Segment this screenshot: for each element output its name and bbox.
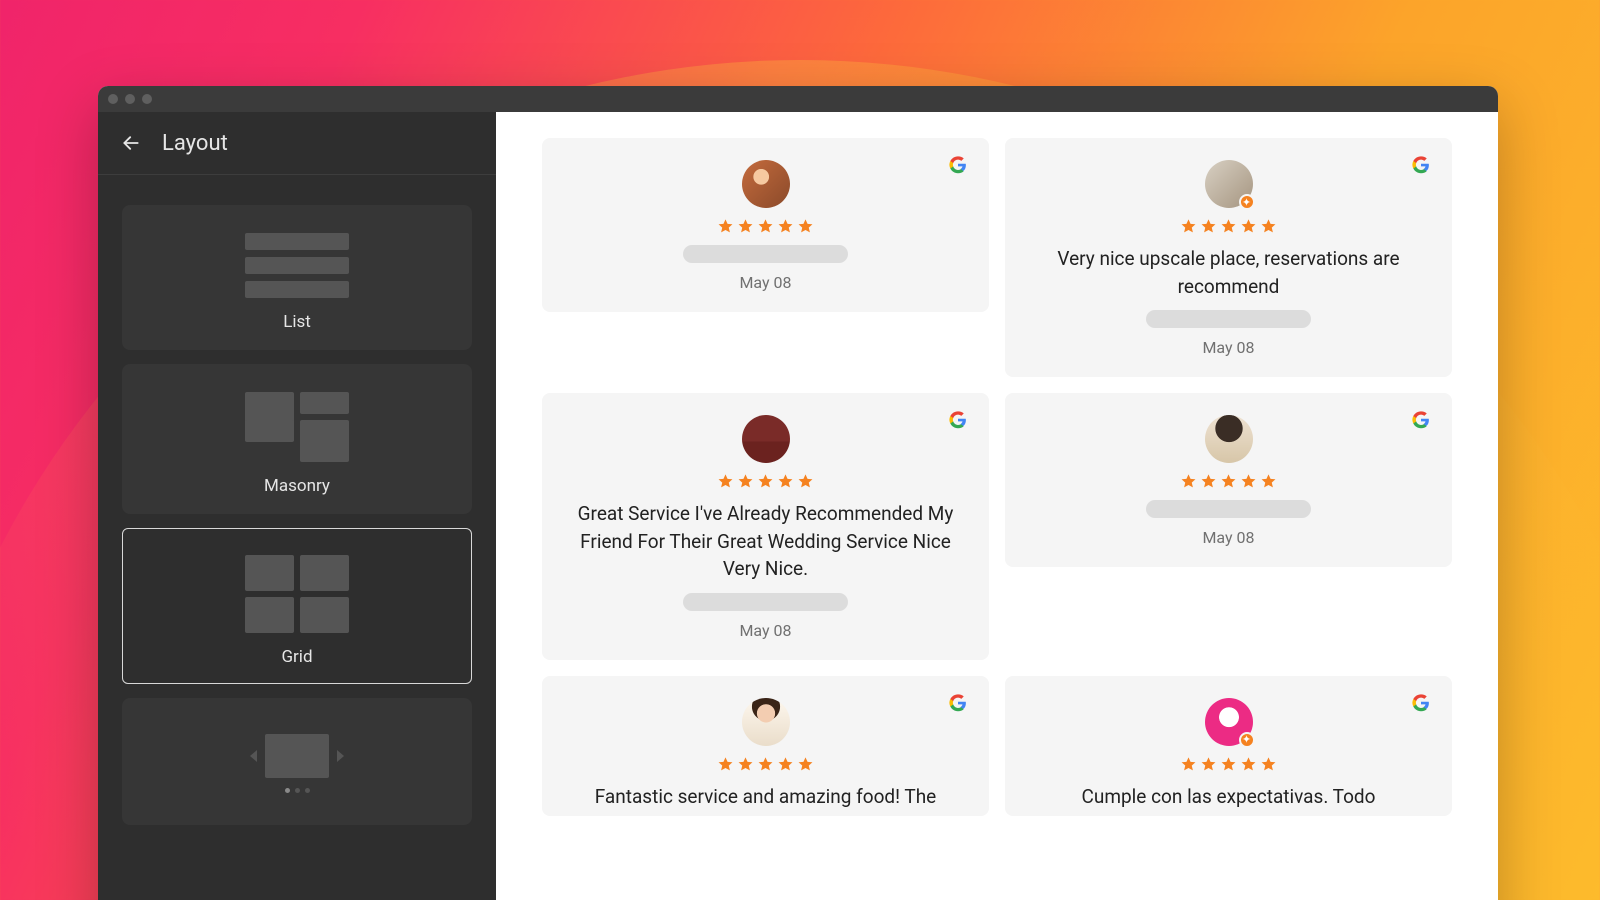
layout-option-grid[interactable]: Grid	[122, 528, 472, 684]
window-titlebar	[98, 86, 1498, 112]
window-control-close[interactable]	[108, 94, 118, 104]
avatar	[1205, 415, 1253, 463]
local-guide-badge-icon: ✦	[1239, 732, 1255, 748]
layout-option-masonry[interactable]: Masonry	[122, 364, 472, 514]
preview-pane: May 08 ✦ Very nice upscale place, reserv…	[496, 112, 1498, 900]
review-card: Great Service I've Already Recommended M…	[542, 393, 989, 660]
star-rating	[717, 218, 814, 235]
review-text: Great Service I've Already Recommended M…	[568, 500, 963, 583]
chevron-left-icon	[250, 750, 257, 762]
app-window: Layout List Masonry	[98, 86, 1498, 900]
review-date: May 08	[1202, 528, 1254, 547]
app-body: Layout List Masonry	[98, 112, 1498, 900]
review-text: Cumple con las expectativas. Todo	[1082, 783, 1376, 811]
sidebar: Layout List Masonry	[98, 112, 496, 900]
sidebar-title: Layout	[162, 131, 228, 156]
layout-option-label: Masonry	[264, 476, 330, 496]
google-icon	[949, 694, 967, 712]
reviewer-name-placeholder	[1146, 500, 1311, 518]
reviewer-name-placeholder	[1146, 310, 1311, 328]
layout-option-carousel[interactable]	[122, 698, 472, 825]
back-button[interactable]	[120, 132, 142, 154]
star-rating	[717, 473, 814, 490]
layout-option-list[interactable]: List	[122, 205, 472, 350]
layout-options: List Masonry Grid	[98, 175, 496, 825]
avatar: ✦	[1205, 160, 1253, 208]
star-rating	[1180, 473, 1277, 490]
chevron-right-icon	[337, 750, 344, 762]
layout-thumb-carousel	[250, 734, 344, 793]
sidebar-header: Layout	[98, 112, 496, 175]
avatar: ✦	[1205, 698, 1253, 746]
review-date: May 08	[1202, 338, 1254, 357]
avatar	[742, 160, 790, 208]
star-rating	[717, 756, 814, 773]
layout-thumb-grid	[245, 555, 349, 633]
star-rating	[1180, 218, 1277, 235]
star-rating	[1180, 756, 1277, 773]
review-card: May 08	[1005, 393, 1452, 567]
reviewer-name-placeholder	[683, 245, 848, 263]
layout-thumb-masonry	[245, 392, 349, 462]
review-text: Fantastic service and amazing food! The	[595, 783, 937, 811]
layout-option-label: List	[283, 312, 311, 332]
avatar	[742, 415, 790, 463]
layout-thumb-list	[245, 233, 349, 298]
review-card: May 08	[542, 138, 989, 312]
review-card: ✦ Very nice upscale place, reservations …	[1005, 138, 1452, 377]
google-icon	[949, 156, 967, 174]
review-text: Very nice upscale place, reservations ar…	[1031, 245, 1426, 300]
google-icon	[1412, 411, 1430, 429]
google-icon	[1412, 694, 1430, 712]
review-card: Fantastic service and amazing food! The	[542, 676, 989, 817]
reviewer-name-placeholder	[683, 593, 848, 611]
review-card: ✦ Cumple con las expectativas. Todo	[1005, 676, 1452, 817]
google-icon	[1412, 156, 1430, 174]
window-control-maximize[interactable]	[142, 94, 152, 104]
arrow-left-icon	[121, 133, 141, 153]
google-icon	[949, 411, 967, 429]
review-date: May 08	[739, 621, 791, 640]
avatar	[742, 698, 790, 746]
review-grid: May 08 ✦ Very nice upscale place, reserv…	[542, 138, 1452, 816]
window-control-minimize[interactable]	[125, 94, 135, 104]
review-date: May 08	[739, 273, 791, 292]
layout-option-label: Grid	[281, 647, 312, 667]
local-guide-badge-icon: ✦	[1239, 194, 1255, 210]
